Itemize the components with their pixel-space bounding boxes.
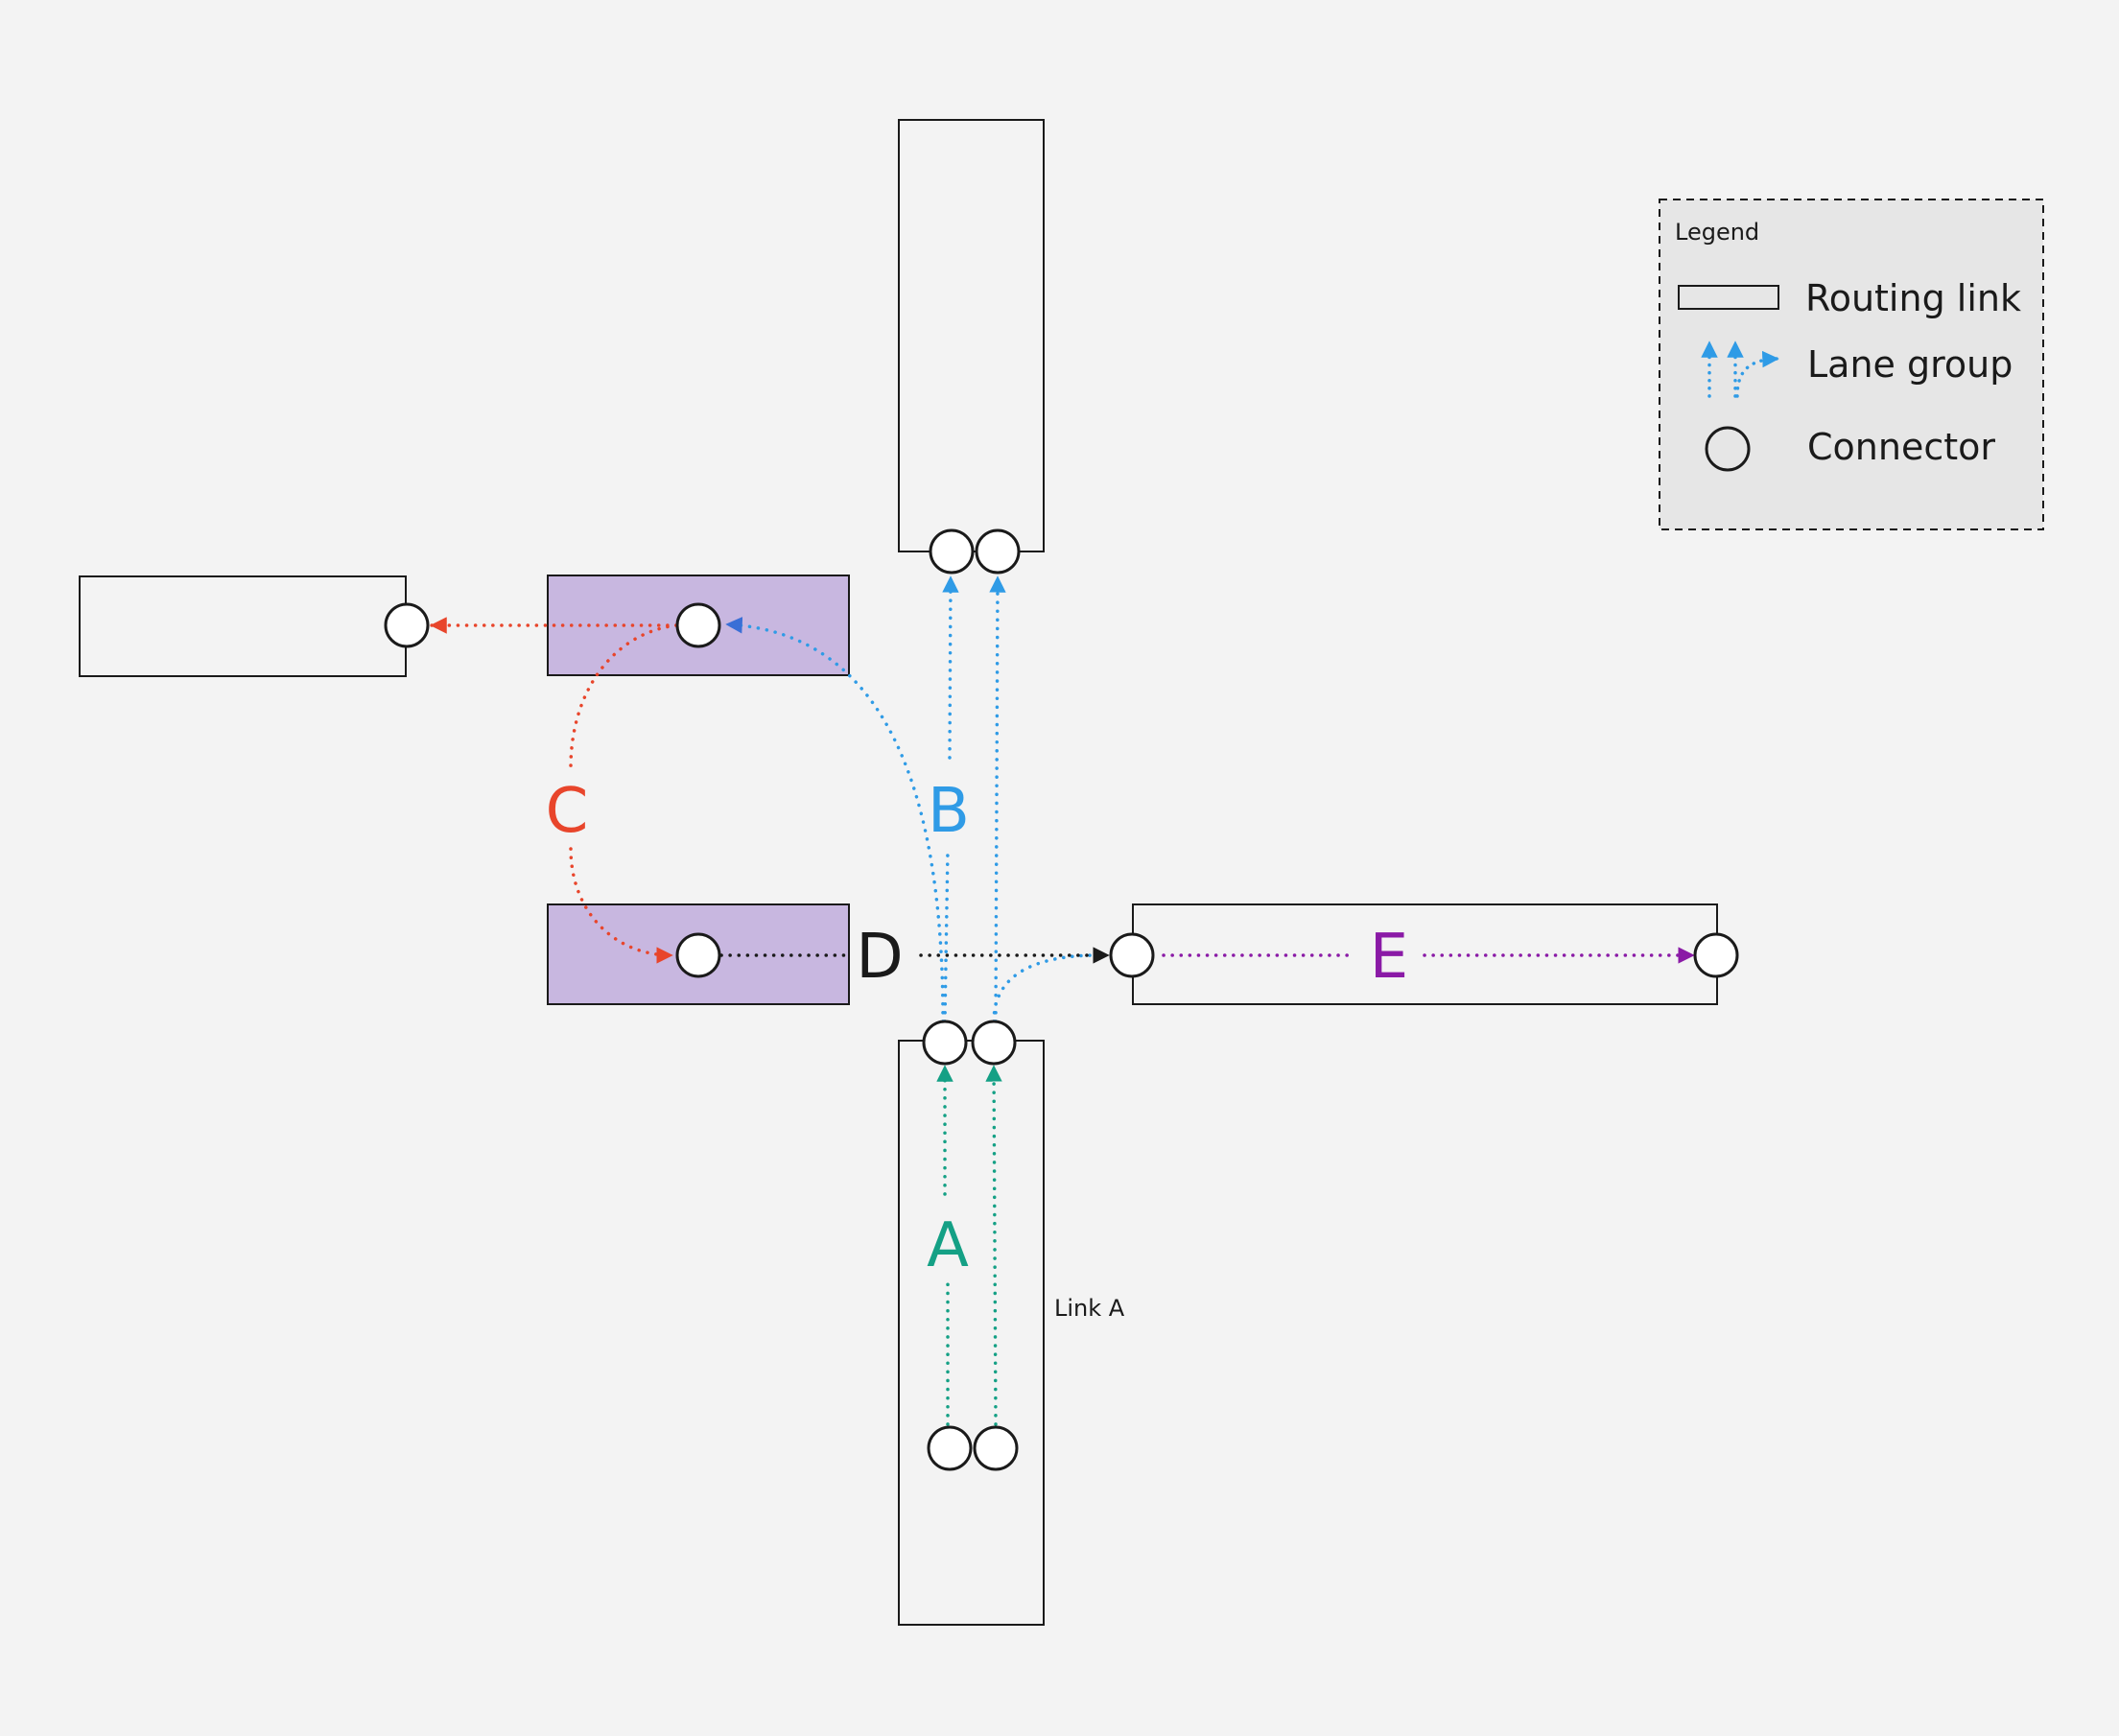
connector-west[interactable] xyxy=(384,602,430,648)
routing-link-north[interactable] xyxy=(898,119,1045,552)
lane-b-straight-left-lower xyxy=(943,847,950,1023)
connector-south-top-left[interactable] xyxy=(922,1020,968,1066)
legend-lane-group-label: Lane group xyxy=(1807,343,2013,386)
lane-group-label-d: D xyxy=(856,922,903,993)
connector-north-left[interactable] xyxy=(929,528,975,575)
connector-east-end[interactable] xyxy=(1693,932,1739,978)
legend-title: Legend xyxy=(1675,219,1759,246)
connector-north-right[interactable] xyxy=(975,528,1021,575)
legend-routing-link-label: Routing link xyxy=(1805,277,2021,319)
lane-group-label-b: B xyxy=(928,776,970,847)
lane-b-right-turn xyxy=(992,953,1100,1023)
lane-b-straight-left-upper xyxy=(942,575,959,760)
lane-a-right xyxy=(985,1065,1002,1426)
connector-south-bottom-right[interactable] xyxy=(973,1425,1019,1471)
routing-link-west[interactable] xyxy=(79,575,407,677)
legend: Legend Routing link Lane group Connector xyxy=(1659,199,2044,530)
lane-group-label-e: E xyxy=(1370,922,1408,993)
connector-south-top-right[interactable] xyxy=(971,1020,1017,1066)
connector-south-bottom-left[interactable] xyxy=(927,1425,973,1471)
lane-group-label-c: C xyxy=(546,776,589,847)
connector-west-lower[interactable] xyxy=(675,932,721,978)
link-a-label: Link A xyxy=(1054,1295,1125,1322)
connector-east-start[interactable] xyxy=(1109,932,1155,978)
lane-group-label-a: A xyxy=(927,1210,969,1281)
routing-links xyxy=(79,119,1718,1626)
lane-b-straight-right xyxy=(989,575,1006,1023)
legend-connector-label: Connector xyxy=(1807,426,1995,468)
routing-link-south[interactable] xyxy=(898,1040,1045,1626)
connector-west-upper[interactable] xyxy=(675,602,721,648)
lane-group-diagram: A B C D E Link A Legend Routing link Lan… xyxy=(79,119,2044,1626)
